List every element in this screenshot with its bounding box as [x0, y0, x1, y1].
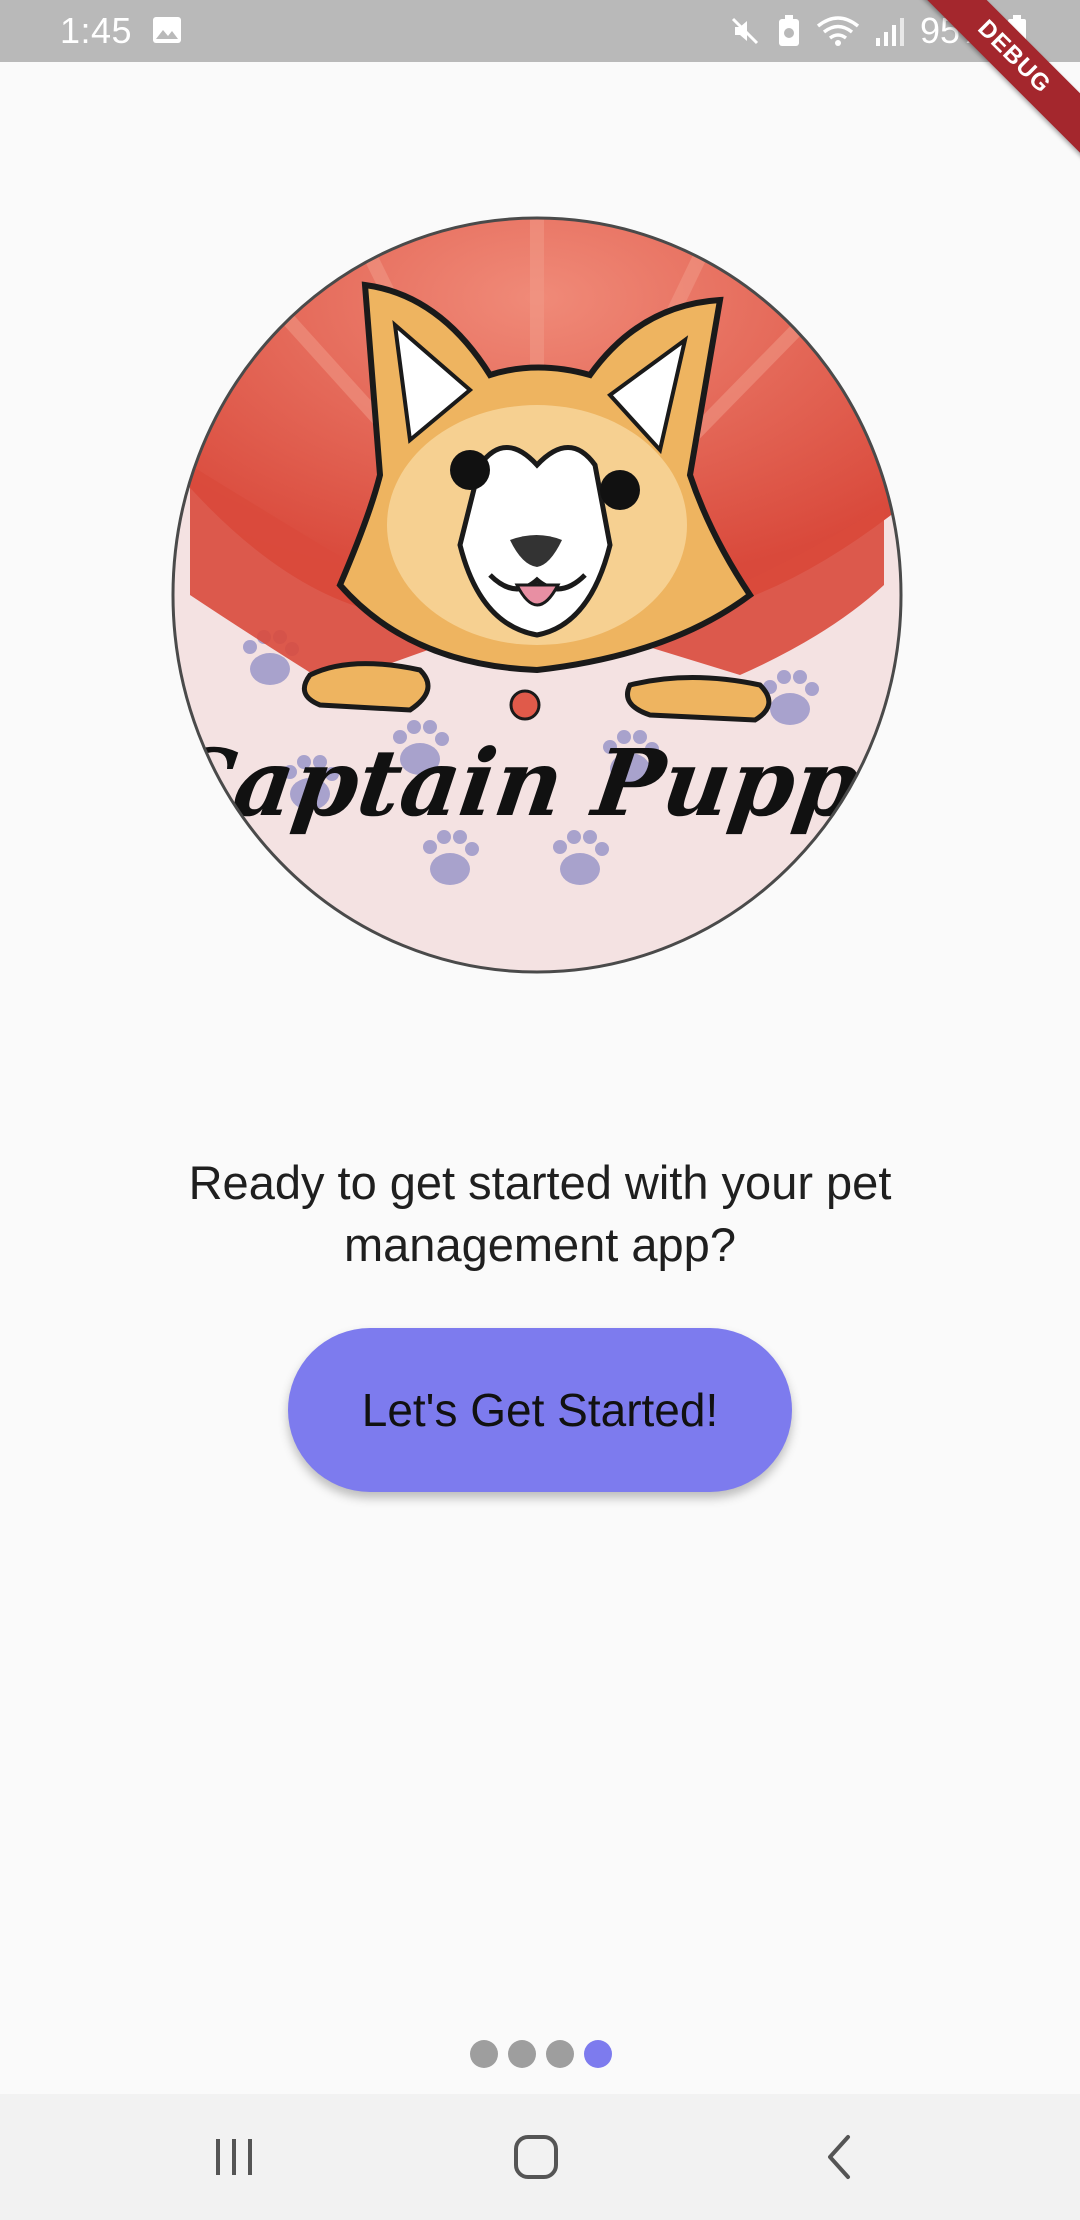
home-icon[interactable] — [486, 2122, 586, 2192]
battery-saver-icon — [776, 14, 802, 48]
mute-icon — [728, 14, 762, 48]
captain-puppy-logo: Captain Puppy — [170, 215, 904, 975]
wifi-icon — [816, 14, 860, 48]
back-icon[interactable] — [790, 2122, 890, 2192]
gallery-icon — [152, 16, 182, 44]
page-dot[interactable] — [470, 2040, 498, 2068]
recents-icon[interactable] — [184, 2122, 284, 2192]
page-dot[interactable] — [546, 2040, 574, 2068]
status-time: 1:45 — [60, 10, 133, 51]
system-nav-bar — [0, 2094, 1080, 2220]
svg-text:Captain Puppy: Captain Puppy — [170, 728, 904, 836]
get-started-button[interactable]: Let's Get Started! — [288, 1328, 792, 1492]
page-dot[interactable] — [508, 2040, 536, 2068]
page-dot-active[interactable] — [584, 2040, 612, 2068]
status-bar: 1:45 95% DEBUG — [0, 0, 1080, 164]
page-indicator — [470, 2040, 612, 2068]
onboarding-prompt: Ready to get started with your pet manag… — [188, 1156, 892, 1271]
signal-icon — [874, 14, 906, 48]
